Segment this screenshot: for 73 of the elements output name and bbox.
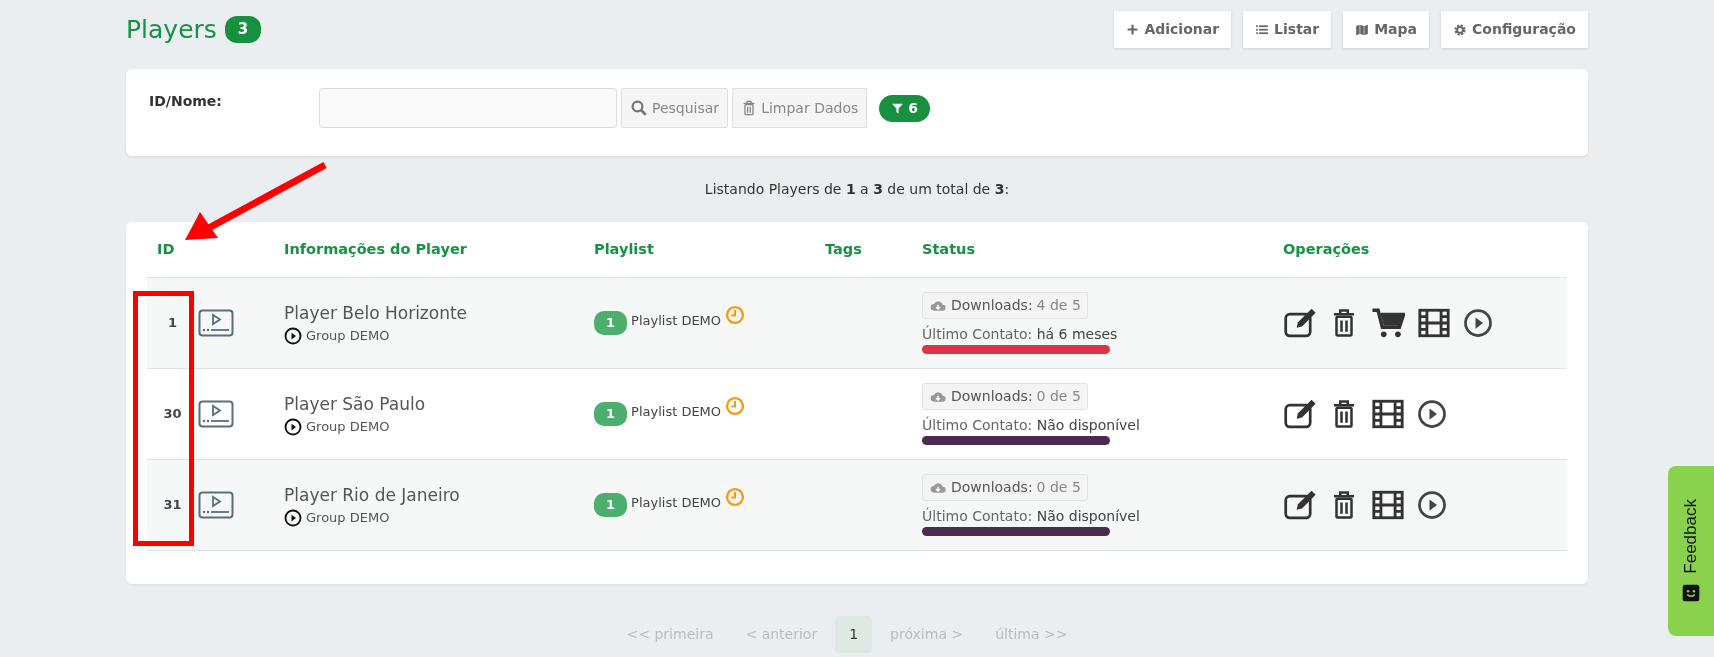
filter-icon xyxy=(891,101,905,115)
film-icon[interactable] xyxy=(1371,397,1405,431)
add-button[interactable]: Adicionar xyxy=(1114,11,1232,48)
contact-value: Não disponível xyxy=(1036,507,1140,524)
group-name: Group DEMO xyxy=(306,327,390,345)
downloads-value: 0 de 5 xyxy=(1036,387,1081,407)
column-header: Playlist xyxy=(594,240,654,257)
id-cell: 30 xyxy=(163,406,182,422)
player-screen-icon xyxy=(198,309,234,337)
search-button[interactable]: Pesquisar xyxy=(621,88,729,128)
playlist-count-badge: 1 xyxy=(594,402,628,426)
list-button[interactable]: Listar xyxy=(1243,11,1332,48)
column-header: Informações do Player xyxy=(284,240,467,257)
clear-button[interactable]: Limpar Dados xyxy=(732,88,868,128)
play-circle-icon xyxy=(284,508,302,527)
player-screen-icon xyxy=(198,491,234,519)
filter-badge[interactable]: 6 xyxy=(879,94,930,122)
page-title: Players xyxy=(126,13,217,46)
id-cell: 31 xyxy=(163,497,182,513)
edit-icon[interactable] xyxy=(1283,488,1317,522)
count-badge: 3 xyxy=(224,16,262,43)
group-name: Group DEMO xyxy=(306,509,390,527)
contact-value: Não disponível xyxy=(1036,416,1140,433)
list-icon xyxy=(1255,22,1270,37)
listing-summary: Listando Players de 1 a 3 de um total de 3: xyxy=(704,179,1010,199)
playlist-name[interactable]: Playlist DEMO xyxy=(631,311,722,331)
map-button[interactable]: Mapa xyxy=(1343,11,1430,48)
column-header: Tags xyxy=(825,240,862,257)
contact-value: há 6 meses xyxy=(1036,325,1118,342)
player-name[interactable]: Player São Paulo xyxy=(284,391,594,417)
column-header: Status xyxy=(922,240,976,257)
film-icon[interactable] xyxy=(1417,306,1451,340)
playlist-name[interactable]: Playlist DEMO xyxy=(631,402,722,422)
column-header: ID xyxy=(157,240,175,257)
smiley-icon xyxy=(1681,583,1701,604)
play-icon[interactable] xyxy=(1417,490,1447,520)
plus-icon xyxy=(1126,23,1140,36)
downloads-label: Downloads: xyxy=(951,387,1033,407)
settings-button[interactable]: Configuração xyxy=(1441,11,1588,48)
map-icon xyxy=(1355,22,1370,37)
column-header: Operações xyxy=(1283,240,1370,257)
search-icon xyxy=(630,99,648,117)
play-icon[interactable] xyxy=(1417,399,1447,429)
clock-icon xyxy=(725,396,746,417)
downloads-label: Downloads: xyxy=(951,296,1033,316)
playlist-name[interactable]: Playlist DEMO xyxy=(631,493,722,513)
page-link[interactable]: 1 xyxy=(835,616,873,653)
contact-label: Último Contato: xyxy=(922,416,1033,433)
group-name: Group DEMO xyxy=(306,418,390,436)
clock-icon xyxy=(725,487,746,508)
downloads-value: 4 de 5 xyxy=(1036,296,1081,316)
cart-icon[interactable] xyxy=(1371,306,1405,340)
film-icon[interactable] xyxy=(1371,488,1405,522)
clock-icon xyxy=(725,305,746,326)
edit-icon[interactable] xyxy=(1283,306,1317,340)
id-cell: 1 xyxy=(167,315,177,331)
downloads-label: Downloads: xyxy=(951,478,1033,498)
contact-label: Último Contato: xyxy=(922,325,1033,342)
field-label: ID/Nome: xyxy=(149,92,223,111)
player-name[interactable]: Player Rio de Janeiro xyxy=(284,482,594,508)
playlist-count-badge: 1 xyxy=(594,311,628,335)
gear-icon xyxy=(1453,22,1468,37)
play-icon[interactable] xyxy=(1463,308,1493,338)
playlist-count-badge: 1 xyxy=(594,493,628,517)
play-circle-icon xyxy=(284,326,302,345)
search-field[interactable] xyxy=(319,88,617,128)
feedback-tab[interactable]: Feedback xyxy=(1668,466,1714,636)
player-screen-icon xyxy=(198,400,234,428)
player-name[interactable]: Player Belo Horizonte xyxy=(284,300,594,326)
contact-label: Último Contato: xyxy=(922,507,1033,524)
edit-icon[interactable] xyxy=(1283,397,1317,431)
downloads-value: 0 de 5 xyxy=(1036,478,1081,498)
play-circle-icon xyxy=(284,417,302,436)
